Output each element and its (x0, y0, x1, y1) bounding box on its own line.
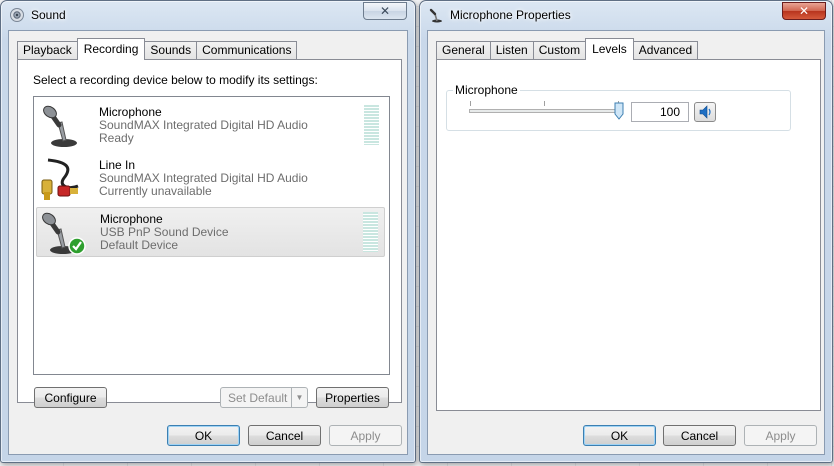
tab-recording[interactable]: Recording (76, 38, 146, 60)
sound-tab-strip: Playback Recording Sounds Communications (17, 38, 298, 60)
ok-button[interactable]: OK (583, 425, 656, 446)
mic-properties-title: Microphone Properties (450, 8, 571, 22)
mic-properties-client-area: General Listen Custom Levels Advanced Mi… (427, 30, 825, 455)
microphone-default-icon (42, 212, 86, 255)
tab-playback[interactable]: Playback (17, 41, 78, 60)
tab-general[interactable]: General (436, 41, 491, 60)
properties-button[interactable]: Properties (316, 387, 389, 408)
tab-listen[interactable]: Listen (489, 41, 534, 60)
apply-button[interactable]: Apply (744, 425, 817, 446)
speaker-volume-icon (699, 105, 711, 119)
slider-tick (544, 101, 545, 106)
set-default-label: Set Default (228, 390, 288, 405)
instruction-text: Select a recording device below to modif… (33, 73, 318, 87)
microphone-icon (43, 105, 77, 147)
sound-window: Sound ✕ Playback Recording Sounds Commun… (0, 0, 416, 463)
device-name: Line In (99, 158, 136, 172)
device-driver: SoundMAX Integrated Digital HD Audio (99, 171, 308, 185)
device-status: Default Device (100, 238, 179, 252)
recording-panel: Select a recording device below to modif… (17, 59, 402, 408)
configure-button[interactable]: Configure (34, 387, 107, 408)
mic-properties-close-button[interactable]: ✕ (782, 2, 826, 20)
close-icon: ✕ (379, 4, 391, 18)
sound-title: Sound (31, 8, 66, 22)
apply-button[interactable]: Apply (329, 425, 402, 446)
cancel-button[interactable]: Cancel (248, 425, 321, 446)
speaker-icon (10, 8, 24, 22)
level-slider-thumb[interactable] (614, 102, 624, 120)
cancel-button[interactable]: Cancel (663, 425, 736, 446)
mic-properties-titlebar[interactable]: Microphone Properties ✕ (420, 1, 832, 29)
slider-tick (470, 101, 471, 106)
level-slider-track[interactable] (469, 109, 619, 113)
sound-close-button[interactable]: ✕ (363, 2, 407, 20)
tab-sounds[interactable]: Sounds (144, 41, 198, 60)
level-meter (363, 212, 378, 252)
mic-tab-strip: General Listen Custom Levels Advanced (436, 38, 699, 60)
device-list[interactable]: Microphone SoundMAX Integrated Digital H… (33, 96, 390, 375)
tab-communications[interactable]: Communications (196, 41, 298, 60)
device-status: Currently unavailable (99, 184, 212, 198)
mute-toggle-button[interactable] (694, 102, 716, 122)
microphone-group-label: Microphone (453, 83, 520, 97)
set-default-button[interactable]: Set Default ▼ (220, 387, 308, 408)
list-item[interactable]: Microphone USB PnP Sound Device Default … (36, 207, 385, 257)
sound-titlebar[interactable]: Sound ✕ (1, 1, 415, 29)
tab-custom[interactable]: Custom (532, 41, 587, 60)
tab-advanced[interactable]: Advanced (632, 41, 699, 60)
list-item[interactable]: Line In SoundMAX Integrated Digital HD A… (36, 154, 385, 204)
microphone-icon (429, 8, 442, 23)
close-icon: ✕ (798, 4, 810, 18)
list-item[interactable]: Microphone SoundMAX Integrated Digital H… (36, 101, 385, 151)
line-in-cable-icon (41, 158, 79, 200)
device-name: Microphone (99, 105, 162, 119)
device-driver: SoundMAX Integrated Digital HD Audio (99, 118, 308, 132)
tab-levels[interactable]: Levels (585, 38, 634, 60)
ok-button[interactable]: OK (167, 425, 240, 446)
device-driver: USB PnP Sound Device (100, 225, 229, 239)
level-value-input[interactable]: 100 (631, 102, 689, 122)
level-meter (364, 105, 379, 145)
sound-client-area: Playback Recording Sounds Communications… (8, 30, 408, 455)
levels-panel: Microphone 100 (436, 59, 821, 411)
device-status: Ready (99, 131, 134, 145)
chevron-down-icon: ▼ (291, 388, 307, 407)
device-name: Microphone (100, 212, 163, 226)
microphone-properties-window: Microphone Properties ✕ General Listen C… (419, 0, 833, 463)
default-check-icon (68, 237, 86, 255)
